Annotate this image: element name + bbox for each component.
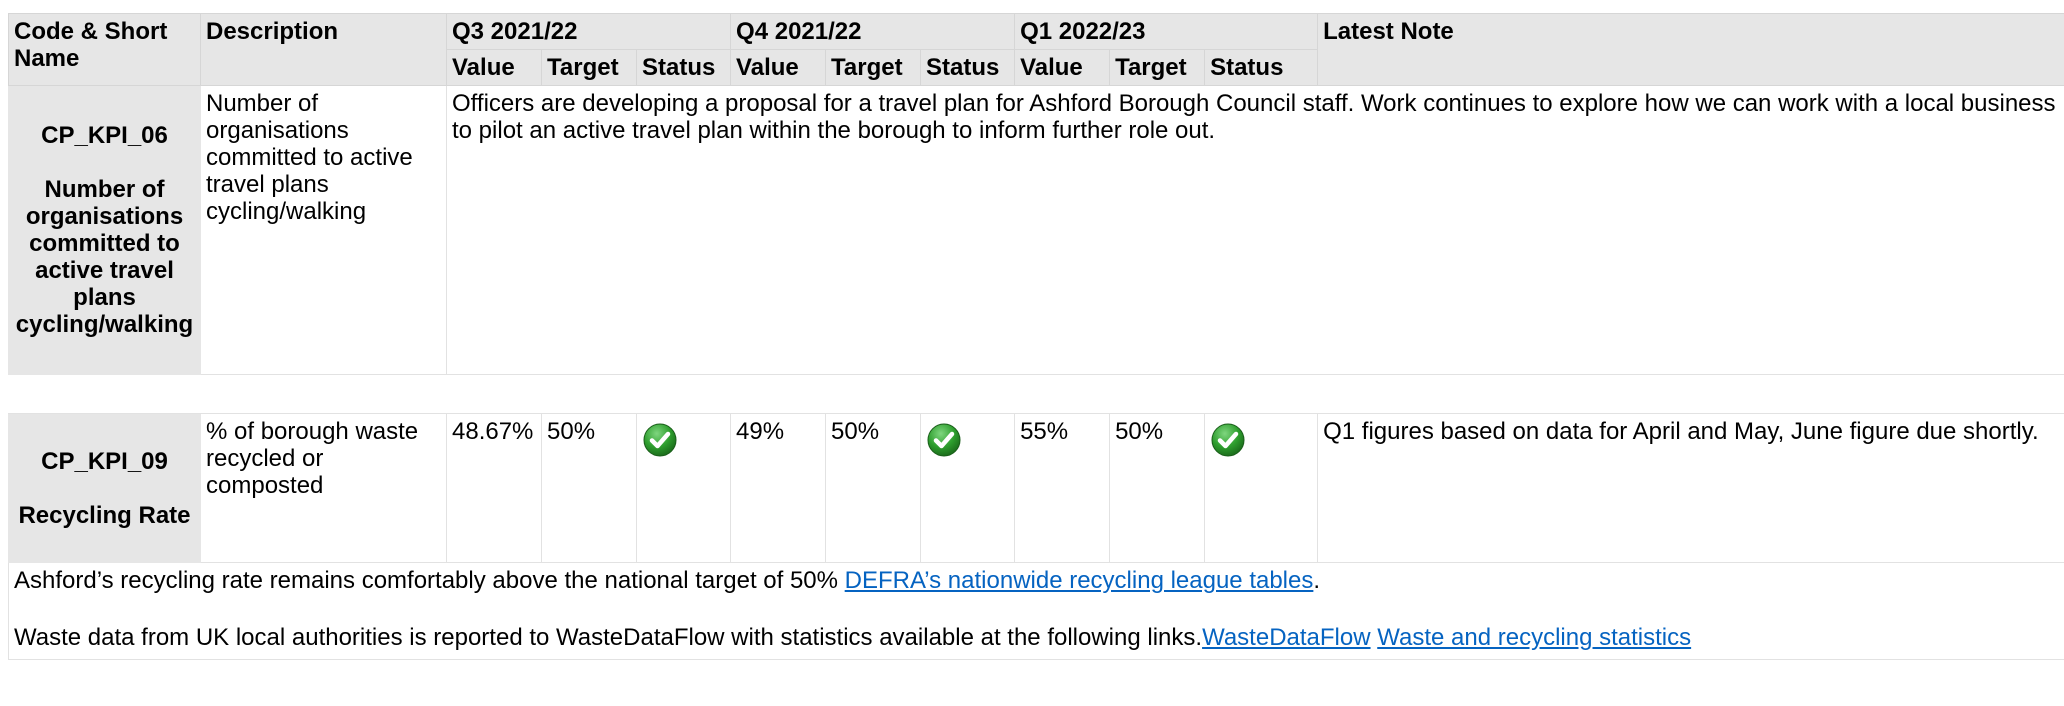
q4-status [920,413,1016,563]
header-quarter-q4: Q4 2021/22 [730,13,1016,50]
header-description: Description [200,13,447,86]
wastedataflow-link[interactable]: WasteDataFlow [1202,624,1371,651]
row-spacer [8,374,2064,414]
q3-status [635,413,732,563]
q1-value: 55% [1014,413,1111,563]
status-achieved-icon [1211,423,1245,457]
kpi-code-cell: CP_KPI_06 Number of organisations commit… [8,85,201,375]
kpi-short-name: Recycling Rate [18,501,191,529]
kpi-description: % of borough waste recycled or composted [200,413,447,563]
header-quarter-q3: Q3 2021/22 [445,13,732,50]
kpi-report: Code & Short Name Description Q3 2021/22… [0,0,2064,706]
subheader-value: Value [730,49,827,86]
kpi-code: CP_KPI_06 [41,122,168,149]
subheader-target: Target [825,49,922,86]
header-latest-note: Latest Note [1317,13,2064,86]
subheader-status: Status [920,49,1016,86]
row-spacer [8,659,2064,706]
header-quarter-q1: Q1 2022/23 [1014,13,1319,50]
subheader-status: Status [1204,49,1319,86]
kpi-latest-note: Officers are developing a proposal for a… [445,85,2064,375]
subheader-value: Value [446,49,542,86]
subheader-target: Target [541,49,637,86]
header-code-name: Code & Short Name [8,13,201,86]
kpi-description: Number of organisations committed to act… [200,85,447,375]
kpi-latest-note: Q1 figures based on data for April and M… [1317,413,2064,563]
extended-note: Ashford’s recycling rate remains comfort… [7,562,2064,660]
status-achieved-icon [643,423,677,457]
q4-value: 49% [730,413,827,563]
defra-league-tables-link[interactable]: DEFRA’s nationwide recycling league tabl… [845,567,1314,594]
subheader-value: Value [1014,49,1111,86]
q1-status [1204,413,1319,563]
q4-target: 50% [825,413,922,563]
table-row-cp-kpi-06: CP_KPI_06 Number of organisations commit… [8,85,2064,375]
kpi-short-name: Number of organisations committed to act… [15,176,194,338]
subheader-target: Target [1109,49,1206,86]
extended-note-row: Ashford’s recycling rate remains comfort… [7,562,2064,660]
status-achieved-icon [927,423,961,457]
header-row: Code & Short Name Description Q3 2021/22… [8,13,2064,86]
subheader-status: Status [635,49,732,86]
note-line-1: Ashford’s recycling rate remains comfort… [14,567,1321,594]
kpi-code-cell: CP_KPI_09 Recycling Rate [8,413,201,563]
kpi-code: CP_KPI_09 [41,447,168,475]
kpi-table: Code & Short Name Description Q3 2021/22… [7,13,2064,706]
table-row-cp-kpi-09: CP_KPI_09 Recycling Rate % of borough wa… [8,413,2064,563]
q1-target: 50% [1109,413,1206,563]
note-line-2: Waste data from UK local authorities is … [14,624,1692,651]
waste-recycling-statistics-link[interactable]: Waste and recycling statistics [1377,624,1691,651]
q3-target: 50% [541,413,637,563]
q3-value: 48.67% [446,413,542,563]
